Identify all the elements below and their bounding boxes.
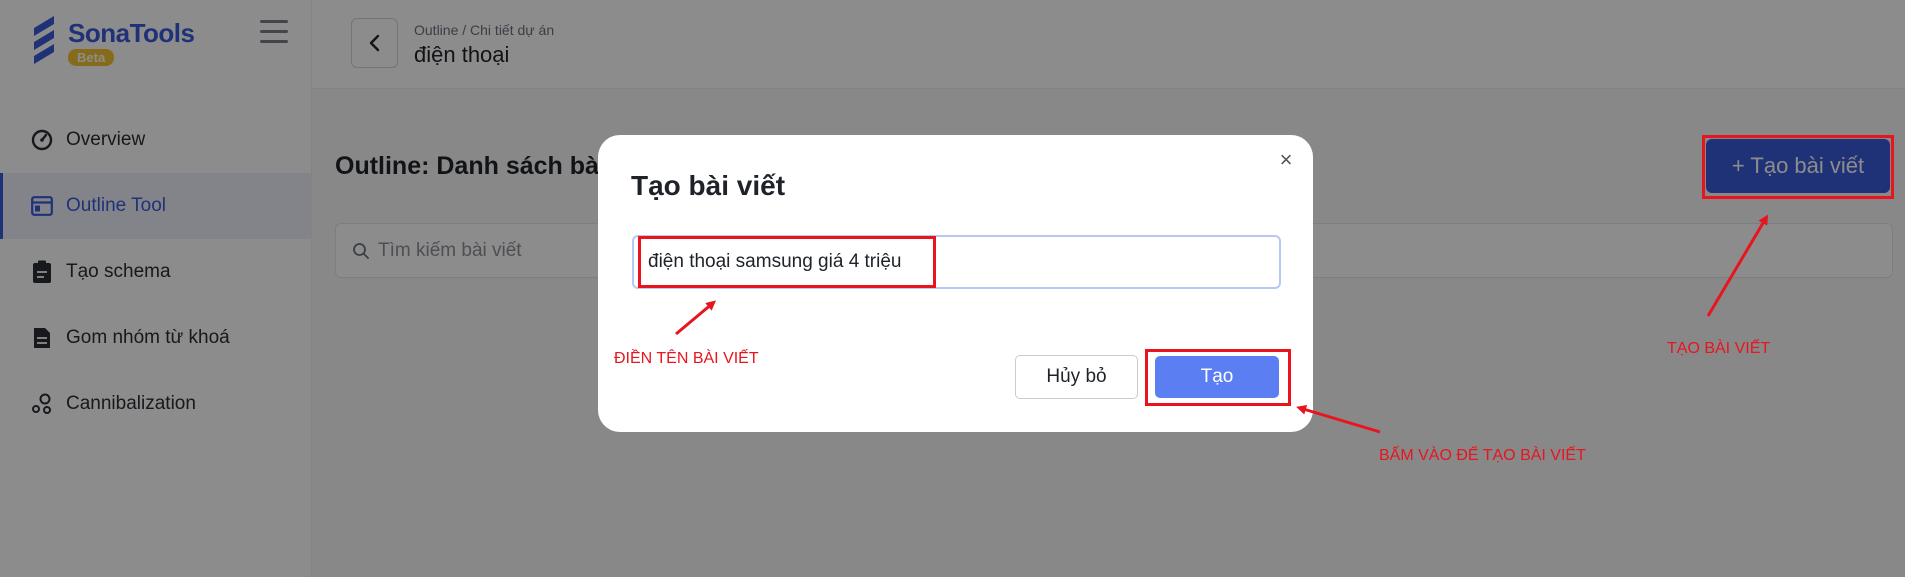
annotation-create-post: TẠO BÀI VIẾT [1667,340,1771,357]
annotation-box-input [638,236,936,288]
annotation-fill-name: ĐIỀN TÊN BÀI VIẾT [614,350,759,367]
annotation-box-create [1702,135,1894,199]
cancel-button[interactable]: Hủy bỏ [1015,355,1138,399]
annotation-click-to-create: BẤM VÀO ĐỂ TẠO BÀI VIẾT [1379,447,1586,464]
close-icon[interactable]: × [1276,147,1296,172]
dialog-title: Tạo bài viết [631,170,786,201]
annotation-box-submit [1145,349,1291,406]
